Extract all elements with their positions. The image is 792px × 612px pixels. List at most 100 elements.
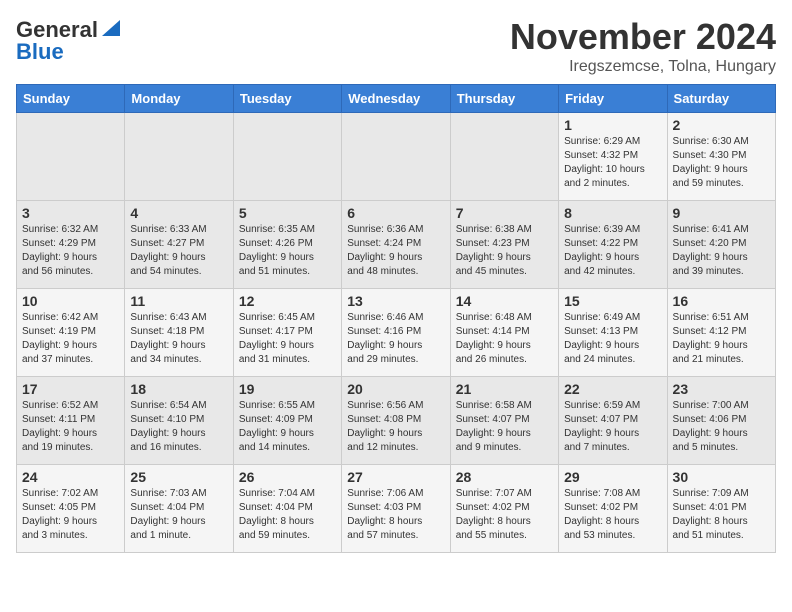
calendar-cell: 4 Sunrise: 6:33 AM Sunset: 4:27 PM Daylig…	[125, 201, 233, 289]
day-number: 2	[673, 117, 770, 133]
calendar-cell: 20 Sunrise: 6:56 AM Sunset: 4:08 PM Dayli…	[342, 377, 450, 465]
day-number: 12	[239, 293, 336, 309]
calendar-cell: 24 Sunrise: 7:02 AM Sunset: 4:05 PM Dayli…	[17, 465, 125, 553]
calendar-cell	[342, 113, 450, 201]
day-info: Sunrise: 6:46 AM Sunset: 4:16 PM Dayligh…	[347, 311, 444, 367]
day-number: 4	[130, 205, 227, 221]
day-info: Sunrise: 6:51 AM Sunset: 4:12 PM Dayligh…	[673, 311, 770, 367]
day-number: 23	[673, 381, 770, 397]
calendar-cell: 9 Sunrise: 6:41 AM Sunset: 4:20 PM Daylig…	[667, 201, 775, 289]
calendar-cell: 27Sunrise: 7:06 AM Sunset: 4:03 PM Dayli…	[342, 465, 450, 553]
day-info: Sunrise: 6:58 AM Sunset: 4:07 PM Dayligh…	[456, 399, 553, 455]
calendar-cell: 25 Sunrise: 7:03 AM Sunset: 4:04 PM Dayli…	[125, 465, 233, 553]
calendar-cell: 2 Sunrise: 6:30 AM Sunset: 4:30 PM Daylig…	[667, 113, 775, 201]
day-info: Sunrise: 6:49 AM Sunset: 4:13 PM Dayligh…	[564, 311, 661, 367]
calendar-cell: 10 Sunrise: 6:42 AM Sunset: 4:19 PM Dayli…	[17, 289, 125, 377]
calendar-cell: 8 Sunrise: 6:39 AM Sunset: 4:22 PM Daylig…	[559, 201, 667, 289]
day-info: Sunrise: 6:45 AM Sunset: 4:17 PM Dayligh…	[239, 311, 336, 367]
calendar-cell	[450, 113, 558, 201]
calendar-cell: 6 Sunrise: 6:36 AM Sunset: 4:24 PM Daylig…	[342, 201, 450, 289]
calendar-cell: 7 Sunrise: 6:38 AM Sunset: 4:23 PM Daylig…	[450, 201, 558, 289]
day-info: Sunrise: 6:39 AM Sunset: 4:22 PM Dayligh…	[564, 223, 661, 279]
weekday-header-wednesday: Wednesday	[342, 85, 450, 113]
calendar-cell: 21 Sunrise: 6:58 AM Sunset: 4:07 PM Dayli…	[450, 377, 558, 465]
calendar-cell: 17 Sunrise: 6:52 AM Sunset: 4:11 PM Dayli…	[17, 377, 125, 465]
day-number: 13	[347, 293, 444, 309]
calendar-header-row: SundayMondayTuesdayWednesdayThursdayFrid…	[17, 85, 776, 113]
day-number: 8	[564, 205, 661, 221]
day-info: Sunrise: 7:02 AM Sunset: 4:05 PM Dayligh…	[22, 487, 119, 543]
day-number: 22	[564, 381, 661, 397]
day-number: 11	[130, 293, 227, 309]
day-info: Sunrise: 7:00 AM Sunset: 4:06 PM Dayligh…	[673, 399, 770, 455]
day-info: Sunrise: 6:42 AM Sunset: 4:19 PM Dayligh…	[22, 311, 119, 367]
day-number: 20	[347, 381, 444, 397]
title-block: November 2024 Iregszemcse, Tolna, Hungar…	[510, 16, 776, 76]
calendar-cell: 23 Sunrise: 7:00 AM Sunset: 4:06 PM Dayli…	[667, 377, 775, 465]
day-info: Sunrise: 6:33 AM Sunset: 4:27 PM Dayligh…	[130, 223, 227, 279]
weekday-header-saturday: Saturday	[667, 85, 775, 113]
day-number: 7	[456, 205, 553, 221]
calendar-cell: 19Sunrise: 6:55 AM Sunset: 4:09 PM Dayli…	[233, 377, 341, 465]
day-number: 19	[239, 381, 336, 397]
day-number: 17	[22, 381, 119, 397]
calendar-week-row: 24 Sunrise: 7:02 AM Sunset: 4:05 PM Dayli…	[17, 465, 776, 553]
calendar-cell: 3Sunrise: 6:32 AM Sunset: 4:29 PM Daylig…	[17, 201, 125, 289]
calendar-cell: 16Sunrise: 6:51 AM Sunset: 4:12 PM Dayli…	[667, 289, 775, 377]
calendar-cell: 13 Sunrise: 6:46 AM Sunset: 4:16 PM Dayli…	[342, 289, 450, 377]
day-number: 28	[456, 469, 553, 485]
day-number: 1	[564, 117, 661, 133]
calendar-cell	[233, 113, 341, 201]
calendar-cell: 28Sunrise: 7:07 AM Sunset: 4:02 PM Dayli…	[450, 465, 558, 553]
calendar-week-row: 1 Sunrise: 6:29 AM Sunset: 4:32 PM Daylig…	[17, 113, 776, 201]
day-info: Sunrise: 6:52 AM Sunset: 4:11 PM Dayligh…	[22, 399, 119, 455]
calendar-cell: 29Sunrise: 7:08 AM Sunset: 4:02 PM Dayli…	[559, 465, 667, 553]
day-number: 26	[239, 469, 336, 485]
day-info: Sunrise: 6:41 AM Sunset: 4:20 PM Dayligh…	[673, 223, 770, 279]
calendar-cell: 12 Sunrise: 6:45 AM Sunset: 4:17 PM Dayli…	[233, 289, 341, 377]
day-number: 15	[564, 293, 661, 309]
calendar-week-row: 3Sunrise: 6:32 AM Sunset: 4:29 PM Daylig…	[17, 201, 776, 289]
calendar-cell: 18Sunrise: 6:54 AM Sunset: 4:10 PM Dayli…	[125, 377, 233, 465]
day-number: 14	[456, 293, 553, 309]
day-number: 6	[347, 205, 444, 221]
day-number: 21	[456, 381, 553, 397]
day-info: Sunrise: 6:56 AM Sunset: 4:08 PM Dayligh…	[347, 399, 444, 455]
day-number: 18	[130, 381, 227, 397]
day-number: 3	[22, 205, 119, 221]
day-info: Sunrise: 6:43 AM Sunset: 4:18 PM Dayligh…	[130, 311, 227, 367]
day-number: 10	[22, 293, 119, 309]
logo-triangle-icon	[100, 16, 122, 38]
page-title: November 2024	[510, 16, 776, 58]
page-header: General Blue November 2024 Iregszemcse, …	[16, 16, 776, 76]
day-number: 5	[239, 205, 336, 221]
calendar-cell: 22 Sunrise: 6:59 AM Sunset: 4:07 PM Dayli…	[559, 377, 667, 465]
calendar-cell: 11 Sunrise: 6:43 AM Sunset: 4:18 PM Dayli…	[125, 289, 233, 377]
weekday-header-tuesday: Tuesday	[233, 85, 341, 113]
day-info: Sunrise: 7:04 AM Sunset: 4:04 PM Dayligh…	[239, 487, 336, 543]
day-info: Sunrise: 6:30 AM Sunset: 4:30 PM Dayligh…	[673, 135, 770, 191]
calendar-cell: 5 Sunrise: 6:35 AM Sunset: 4:26 PM Daylig…	[233, 201, 341, 289]
day-info: Sunrise: 6:29 AM Sunset: 4:32 PM Dayligh…	[564, 135, 661, 191]
day-info: Sunrise: 6:48 AM Sunset: 4:14 PM Dayligh…	[456, 311, 553, 367]
weekday-header-monday: Monday	[125, 85, 233, 113]
day-info: Sunrise: 6:38 AM Sunset: 4:23 PM Dayligh…	[456, 223, 553, 279]
day-number: 24	[22, 469, 119, 485]
day-info: Sunrise: 7:06 AM Sunset: 4:03 PM Dayligh…	[347, 487, 444, 543]
day-number: 9	[673, 205, 770, 221]
day-info: Sunrise: 6:36 AM Sunset: 4:24 PM Dayligh…	[347, 223, 444, 279]
day-number: 29	[564, 469, 661, 485]
calendar-cell: 26 Sunrise: 7:04 AM Sunset: 4:04 PM Dayli…	[233, 465, 341, 553]
calendar-week-row: 10 Sunrise: 6:42 AM Sunset: 4:19 PM Dayli…	[17, 289, 776, 377]
day-info: Sunrise: 7:03 AM Sunset: 4:04 PM Dayligh…	[130, 487, 227, 543]
calendar-cell: 30Sunrise: 7:09 AM Sunset: 4:01 PM Dayli…	[667, 465, 775, 553]
day-number: 25	[130, 469, 227, 485]
day-info: Sunrise: 6:59 AM Sunset: 4:07 PM Dayligh…	[564, 399, 661, 455]
day-info: Sunrise: 6:35 AM Sunset: 4:26 PM Dayligh…	[239, 223, 336, 279]
day-info: Sunrise: 7:09 AM Sunset: 4:01 PM Dayligh…	[673, 487, 770, 543]
calendar-cell: 15 Sunrise: 6:49 AM Sunset: 4:13 PM Dayli…	[559, 289, 667, 377]
page-subtitle: Iregszemcse, Tolna, Hungary	[510, 58, 776, 76]
calendar-cell: 1 Sunrise: 6:29 AM Sunset: 4:32 PM Daylig…	[559, 113, 667, 201]
calendar-week-row: 17 Sunrise: 6:52 AM Sunset: 4:11 PM Dayli…	[17, 377, 776, 465]
logo: General Blue	[16, 16, 122, 65]
